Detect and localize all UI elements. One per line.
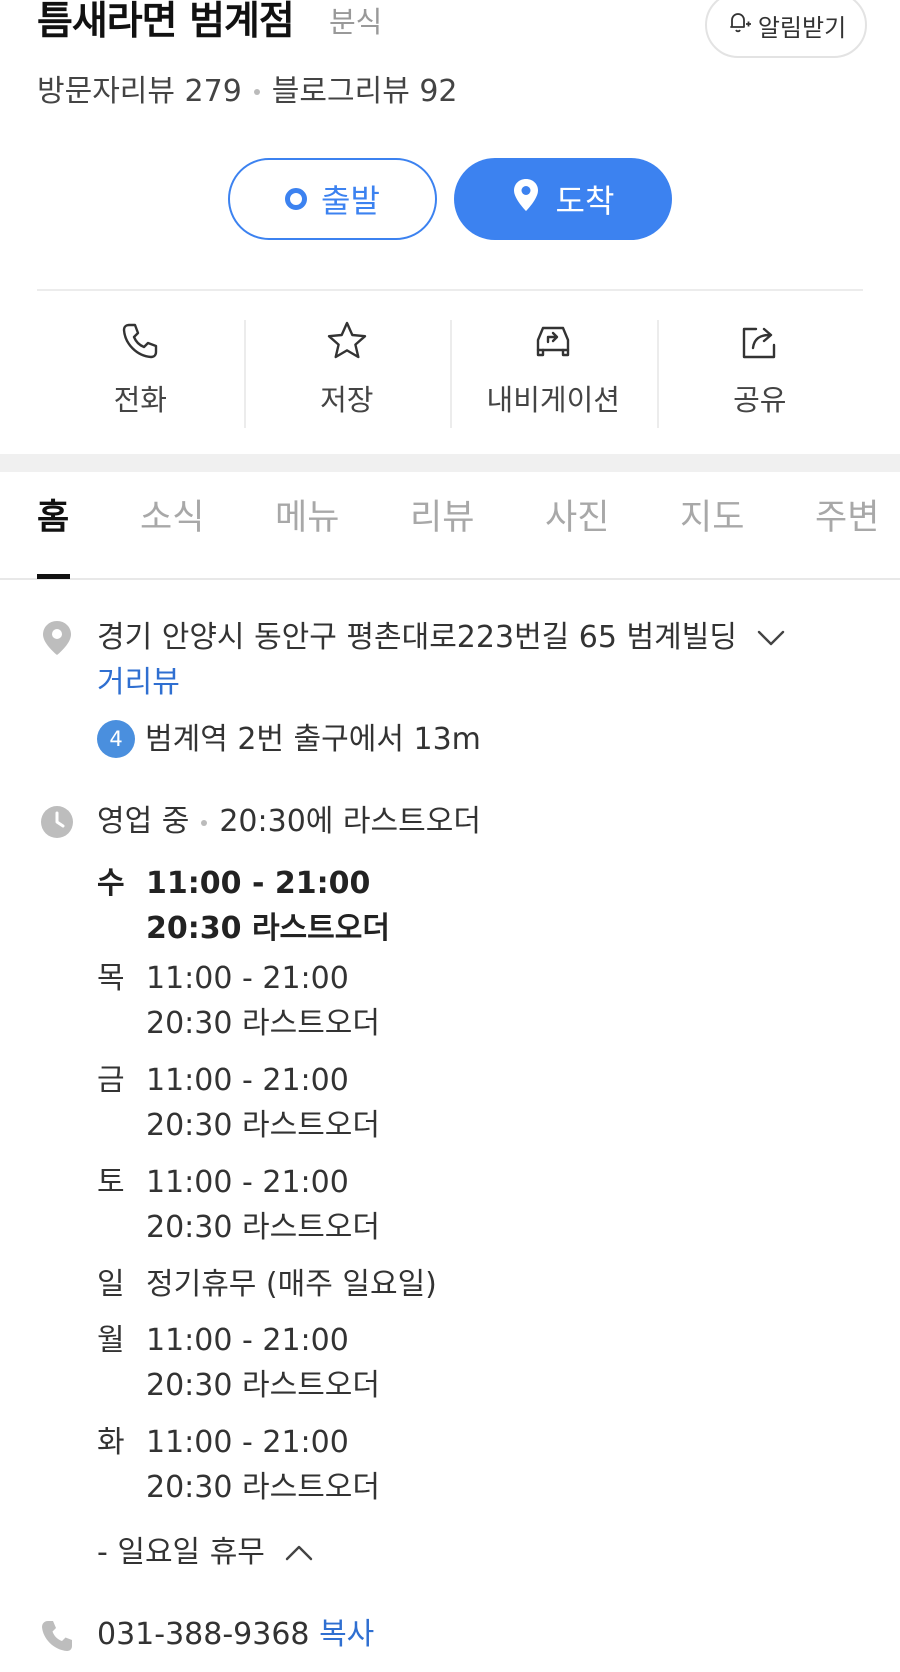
last-order-note: 20:30에 라스트오더 (219, 804, 481, 839)
arrive-button[interactable]: 도착 (454, 158, 672, 240)
review-summary: 방문자리뷰 279 블로그리뷰 92 (37, 72, 458, 112)
day-label: 목 (97, 961, 125, 996)
day-label: 화 (97, 1425, 125, 1460)
visitor-review-link[interactable]: 방문자리뷰 279 (37, 72, 242, 112)
section-gap (0, 454, 900, 472)
route-buttons: 출발 도착 (0, 158, 900, 242)
action-bar: 전화 저장 내비게이션 공유 (37, 318, 864, 428)
tab-nearby[interactable]: 주변 (815, 496, 879, 540)
day-label: 금 (97, 1063, 125, 1098)
day-time: 11:00 - 21:00 (146, 1323, 349, 1358)
day-label: 일 (97, 1267, 125, 1302)
place-name: 틈새라면 범계점 (37, 0, 295, 44)
alarm-button[interactable]: 알림받기 (705, 0, 867, 58)
day-last-order: 20:30 라스트오더 (146, 1470, 380, 1505)
day-time: 정기휴무 (매주 일요일) (146, 1267, 437, 1302)
map-pin-icon (40, 620, 74, 656)
hours-footnote[interactable]: - 일요일 휴무 (97, 1533, 314, 1574)
day-label: 토 (97, 1165, 125, 1200)
arrive-label: 도착 (555, 182, 615, 220)
subway-text: 범계역 2번 출구에서 13m (145, 722, 481, 757)
navigation-action[interactable]: 내비게이션 (450, 318, 657, 428)
day-last-order: 20:30 라스트오더 (146, 1006, 380, 1041)
day-label: 월 (97, 1323, 125, 1358)
car-navigation-icon (532, 318, 574, 366)
day-time: 11:00 - 21:00 (146, 866, 371, 901)
address-line[interactable]: 경기 안양시 동안구 평촌대로223번길 65 범계빌딩 (97, 618, 786, 659)
day-last-order: 20:30 라스트오더 (146, 1210, 380, 1245)
phone-line: 031-388-9368 복사 (97, 1615, 374, 1655)
clock-icon (40, 804, 74, 840)
open-status: 영업 중 (97, 804, 190, 839)
separator-dot (253, 89, 260, 95)
day-time: 11:00 - 21:00 (146, 1063, 349, 1098)
place-category: 분식 (329, 5, 383, 39)
day-last-order: 20:30 라스트오더 (146, 911, 390, 946)
tab-news[interactable]: 소식 (140, 496, 204, 540)
share-label: 공유 (733, 383, 787, 417)
separator-dot (201, 819, 208, 826)
tab-home[interactable]: 홈 (37, 496, 69, 540)
depart-button[interactable]: 출발 (228, 158, 437, 240)
chevron-down-icon[interactable] (756, 619, 786, 659)
active-tab-indicator (37, 574, 70, 579)
chevron-up-icon[interactable] (284, 1534, 314, 1574)
blog-review-link[interactable]: 블로그리뷰 92 (272, 72, 458, 112)
save-label: 저장 (320, 383, 374, 417)
hours-status: 영업 중 20:30에 라스트오더 (97, 802, 481, 842)
footnote-text: - 일요일 휴무 (97, 1535, 265, 1570)
divider (37, 289, 863, 291)
day-label: 수 (97, 866, 125, 901)
phone-number[interactable]: 031-388-9368 (97, 1617, 310, 1652)
day-last-order: 20:30 라스트오더 (146, 1108, 380, 1143)
subway-info: 4 범계역 2번 출구에서 13m (97, 719, 481, 760)
navigation-label: 내비게이션 (486, 383, 620, 417)
subway-line-badge: 4 (97, 719, 135, 758)
star-icon (326, 318, 368, 366)
street-view-link[interactable]: 거리뷰 (97, 663, 180, 703)
share-action[interactable]: 공유 (656, 318, 864, 428)
bell-plus-icon (726, 9, 752, 41)
phone-icon (119, 318, 161, 366)
day-time: 11:00 - 21:00 (146, 961, 349, 996)
origin-dot-icon (285, 188, 308, 210)
save-action[interactable]: 저장 (243, 318, 451, 428)
phone-icon (40, 1619, 74, 1655)
tab-map[interactable]: 지도 (680, 496, 744, 540)
tab-menu[interactable]: 메뉴 (275, 496, 339, 540)
day-time: 11:00 - 21:00 (146, 1425, 349, 1460)
day-last-order: 20:30 라스트오더 (146, 1368, 380, 1403)
tab-bar: 홈 소식 메뉴 리뷰 사진 지도 주변 (0, 472, 900, 580)
location-pin-icon (512, 178, 540, 220)
share-icon (739, 318, 781, 366)
call-label: 전화 (113, 383, 167, 417)
alarm-label: 알림받기 (757, 13, 847, 42)
title-row: 틈새라면 범계점 분식 알림받기 (37, 0, 867, 58)
depart-label: 출발 (321, 182, 380, 220)
tab-reviews[interactable]: 리뷰 (410, 496, 474, 540)
call-action[interactable]: 전화 (37, 318, 244, 426)
copy-button[interactable]: 복사 (319, 1617, 374, 1652)
address-text: 경기 안양시 동안구 평촌대로223번길 65 범계빌딩 (97, 620, 737, 655)
day-time: 11:00 - 21:00 (146, 1165, 349, 1200)
tab-photos[interactable]: 사진 (545, 496, 609, 540)
